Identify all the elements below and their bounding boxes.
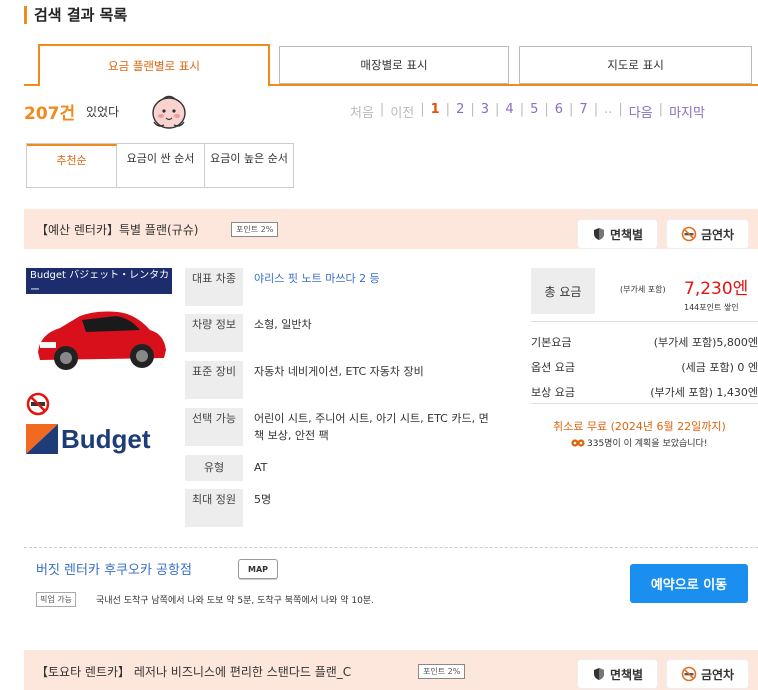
pickup-badge: 픽업 가능	[36, 592, 76, 607]
pager-page-2[interactable]: 2	[456, 102, 464, 121]
spec-label: 대표 차종	[185, 268, 243, 306]
spec-value: AT	[254, 461, 268, 474]
pager-page-7[interactable]: 7	[579, 102, 587, 121]
spec-label: 유형	[185, 455, 243, 481]
spec-label: 최대 정원	[185, 489, 243, 527]
total-tax-note: (부가세 포함)	[620, 285, 666, 294]
tab-by-plan[interactable]: 요금 플랜별로 표시	[38, 44, 270, 86]
vendor-banner: Budget バジェット・レンタカー	[26, 268, 172, 296]
cancel-notice: 취소료 무료 (2024년 6월 22일까지)	[553, 420, 726, 433]
points-earned: 144포인트 쌓인	[684, 303, 739, 312]
points-badge: 포인트 2%	[231, 222, 279, 237]
spec-value: 어린이 시트, 주니어 시트, 아기 시트, ETC 카드, 면책 보상, 안전…	[254, 412, 489, 442]
spec-label: 차량 정보	[185, 314, 243, 352]
divider	[24, 547, 758, 548]
spec-label: 선택 가능	[185, 408, 243, 446]
red-car-icon	[38, 311, 166, 370]
result-count: 207건	[24, 104, 76, 124]
insurance-label: 면책별	[609, 667, 644, 682]
nosmoking-badge: 금연차	[667, 660, 748, 688]
sort-price-low[interactable]: 요금이 싼 순서	[117, 144, 205, 187]
insurance-badge: 면책별	[578, 660, 657, 688]
nosmoking-label: 금연차	[700, 667, 735, 682]
spec-value: 5명	[254, 493, 272, 506]
spec-value: 자동차 네비게이션, ETC 자동차 장비	[254, 365, 424, 378]
pager-ellipsis: ..	[604, 102, 613, 117]
total-price: 7,230엔	[684, 279, 749, 299]
nosmoking-label: 금연차	[700, 227, 735, 242]
divider	[531, 403, 758, 404]
spec-label: 표준 장비	[185, 361, 243, 399]
pager-last[interactable]: 마지막	[669, 102, 705, 121]
pager-prev[interactable]: 이전	[390, 102, 414, 121]
shield-icon	[593, 668, 604, 680]
total-label: 총 요금	[531, 268, 595, 314]
reserve-button[interactable]: 예약으로 이동	[630, 564, 748, 603]
pager-page-6[interactable]: 6	[555, 102, 563, 121]
nosmoking-badge: 금연차	[667, 220, 748, 248]
pager-page-5[interactable]: 5	[530, 102, 538, 121]
price-row-option: 옵션 요금 (세금 포함) 0 엔	[531, 361, 758, 374]
pickup-description: 국내선 도착구 남쪽에서 나와 도보 약 5분, 도착구 북쪽에서 나와 약 1…	[96, 596, 374, 606]
plan-name[interactable]: 【토요타 렌트카】 레저나 비즈니스에 편리한 스탠다드 플랜_C	[36, 663, 351, 680]
result-count-suffix: 있었다	[86, 105, 120, 119]
sort-recommended[interactable]: 추천순	[27, 144, 117, 187]
pager-page-1[interactable]: 1	[431, 102, 440, 121]
store-name-link[interactable]: 버짓 렌터카 후쿠오카 공항점	[36, 559, 192, 578]
vendor-logo: Budget	[26, 422, 176, 456]
eyes-icon	[571, 438, 585, 447]
divider	[531, 321, 758, 322]
sort-options: 추천순 요금이 싼 순서 요금이 높은 순서	[26, 143, 294, 188]
spec-value: 소형, 일반차	[254, 318, 312, 331]
page-title: 검색 결과 목록	[34, 6, 128, 24]
tab-by-map[interactable]: 지도로 표시	[519, 46, 752, 84]
points-badge: 포인트 2%	[418, 664, 466, 679]
viewed-notice: 335명이 이 계획을 보았습니다!	[571, 436, 707, 449]
tab-by-store[interactable]: 매장별로 표시	[279, 46, 509, 84]
peach-mascot-icon	[146, 92, 192, 132]
pager-page-3[interactable]: 3	[481, 102, 489, 121]
price-row-basic: 기본요금 (부가세 포함)5,800엔	[531, 336, 758, 349]
insurance-badge: 면책별	[578, 220, 657, 248]
map-button[interactable]: MAP	[238, 559, 278, 579]
insurance-label: 면책별	[609, 227, 644, 242]
pager-next[interactable]: 다음	[629, 102, 653, 121]
sort-price-high[interactable]: 요금이 높은 순서	[205, 144, 293, 187]
no-smoking-icon	[681, 666, 697, 682]
price-row-coverage: 보상 요금 (부가세 포함) 1,430엔	[531, 386, 758, 399]
pager: 처음 | 이전 | 1 | 2 | 3 | 4 | 5 | 6 | 7 | .. | 다음 | 마지막	[350, 102, 705, 121]
car-photo: Budget バジェット・レンタカー	[26, 268, 172, 378]
pager-first[interactable]: 처음	[350, 102, 374, 121]
no-smoking-icon	[26, 392, 50, 416]
pager-page-4[interactable]: 4	[505, 102, 513, 121]
title-accent-bar	[24, 6, 27, 24]
plan-name[interactable]: 【예산 렌터카】특별 플랜(규슈)	[36, 221, 198, 238]
budget-logo-icon	[26, 424, 58, 454]
shield-icon	[593, 228, 604, 240]
no-smoking-icon	[681, 226, 697, 242]
spec-value-model[interactable]: 야리스 핏 노트 마쓰다 2 등	[254, 270, 380, 287]
